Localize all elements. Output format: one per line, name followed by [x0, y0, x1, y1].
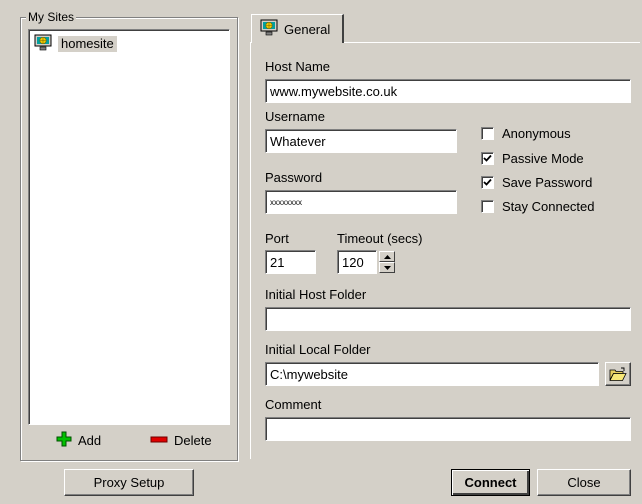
initial-host-folder-label: Initial Host Folder	[265, 287, 367, 302]
host-name-label: Host Name	[265, 59, 331, 74]
site-item-homesite[interactable]: homesite	[34, 34, 117, 54]
tab-general-label: General	[284, 21, 331, 37]
check-icon	[483, 178, 492, 186]
stay-connected-label: Stay Connected	[502, 199, 595, 214]
username-input[interactable]	[265, 129, 457, 153]
site-item-label: homesite	[58, 36, 117, 52]
arrow-up-icon	[383, 254, 391, 259]
close-button[interactable]: Close	[537, 469, 631, 496]
check-icon	[483, 154, 492, 162]
timeout-spinner[interactable]	[379, 251, 395, 273]
delete-site-button[interactable]: Delete	[150, 431, 212, 450]
password-input[interactable]	[265, 190, 457, 214]
anonymous-check-box[interactable]	[481, 127, 494, 140]
my-sites-legend: My Sites	[26, 10, 77, 24]
sites-list[interactable]: homesite	[28, 29, 230, 425]
delete-site-label: Delete	[174, 433, 212, 448]
comment-input[interactable]	[265, 417, 631, 441]
minus-icon	[150, 431, 168, 450]
port-label: Port	[265, 231, 289, 246]
browse-folder-button[interactable]	[605, 362, 631, 386]
comment-label: Comment	[265, 397, 322, 412]
initial-local-folder-label: Initial Local Folder	[265, 342, 371, 357]
host-name-input[interactable]	[265, 79, 631, 103]
stay-connected-check-box[interactable]	[481, 200, 494, 213]
stay-connected-checkbox[interactable]: Stay Connected	[481, 199, 595, 214]
site-globe-icon	[260, 19, 278, 39]
site-globe-icon	[34, 34, 52, 54]
save-password-checkbox[interactable]: Save Password	[481, 175, 592, 190]
save-password-label: Save Password	[502, 175, 593, 190]
anonymous-label: Anonymous	[502, 126, 571, 141]
timeout-increment-button[interactable]	[379, 251, 395, 262]
proxy-setup-button[interactable]: Proxy Setup	[64, 469, 194, 496]
connect-button[interactable]: Connect	[451, 469, 530, 496]
save-password-check-box[interactable]	[481, 176, 494, 189]
anonymous-checkbox[interactable]: Anonymous	[481, 126, 571, 141]
timeout-input[interactable]	[337, 250, 377, 274]
timeout-decrement-button[interactable]	[379, 262, 395, 273]
passive-mode-check-box[interactable]	[481, 152, 494, 165]
open-folder-icon	[609, 367, 627, 381]
plus-icon	[56, 431, 72, 450]
passive-mode-checkbox[interactable]: Passive Mode	[481, 151, 584, 166]
add-site-button[interactable]: Add	[56, 431, 101, 450]
tab-general[interactable]: General	[251, 14, 344, 43]
arrow-down-icon	[383, 265, 391, 270]
username-label: Username	[265, 109, 325, 124]
initial-local-folder-input[interactable]	[265, 362, 599, 386]
port-input[interactable]	[265, 250, 316, 274]
timeout-label: Timeout (secs)	[337, 231, 423, 246]
passive-mode-label: Passive Mode	[502, 151, 584, 166]
password-label: Password	[265, 170, 323, 185]
initial-host-folder-input[interactable]	[265, 307, 631, 331]
add-site-label: Add	[78, 433, 102, 448]
